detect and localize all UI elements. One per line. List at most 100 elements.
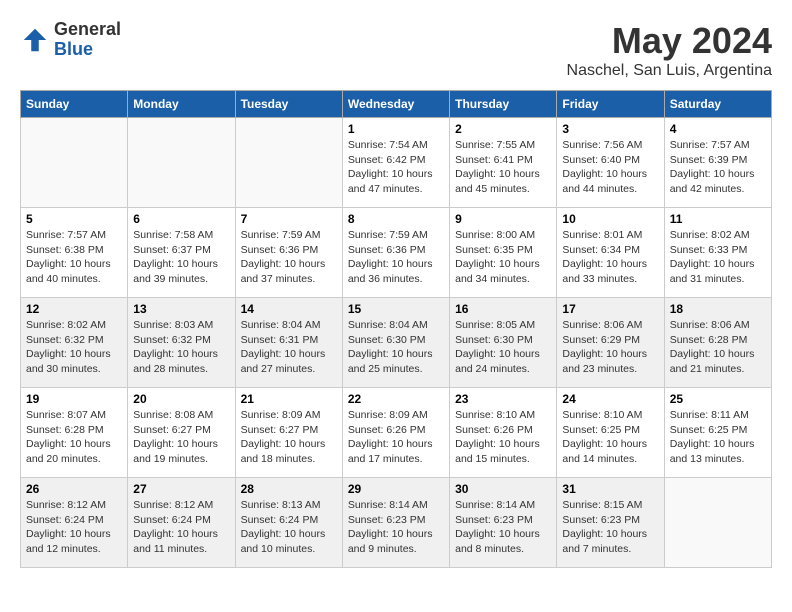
calendar-cell: 24Sunrise: 8:10 AM Sunset: 6:25 PM Dayli… [557, 388, 664, 478]
calendar-cell: 26 Sunrise: 8:12 AM Sunset: 6:24 PM Dayli… [21, 478, 128, 568]
day-number: 23 [455, 392, 551, 406]
calendar-cell: 4 Sunrise: 7:57 AM Sunset: 6:39 PM Daylig… [664, 118, 771, 208]
day-info: Sunrise: 8:02 AM Sunset: 6:32 PM Dayligh… [26, 318, 122, 377]
calendar-cell: 11 Sunrise: 8:02 AM Sunset: 6:33 PM Dayli… [664, 208, 771, 298]
day-number: 18 [670, 302, 766, 316]
calendar-cell: 31Sunrise: 8:15 AM Sunset: 6:23 PM Dayli… [557, 478, 664, 568]
calendar-cell: 8 Sunrise: 7:59 AM Sunset: 6:36 PM Daylig… [342, 208, 449, 298]
calendar-cell: 12 Sunrise: 8:02 AM Sunset: 6:32 PM Dayli… [21, 298, 128, 388]
calendar-week-1: 1 Sunrise: 7:54 AM Sunset: 6:42 PM Daylig… [21, 118, 772, 208]
day-number: 4 [670, 122, 766, 136]
day-info: Sunrise: 7:57 AM Sunset: 6:39 PM Dayligh… [670, 138, 766, 197]
day-number: 11 [670, 212, 766, 226]
logo-text: General Blue [54, 20, 121, 60]
calendar-cell: 13 Sunrise: 8:03 AM Sunset: 6:32 PM Dayli… [128, 298, 235, 388]
day-number: 28 [241, 482, 337, 496]
calendar-cell: 21 Sunrise: 8:09 AM Sunset: 6:27 PM Dayli… [235, 388, 342, 478]
day-number: 29 [348, 482, 444, 496]
day-info: Sunrise: 8:04 AM Sunset: 6:31 PM Dayligh… [241, 318, 337, 377]
calendar-cell: 10 Sunrise: 8:01 AM Sunset: 6:34 PM Dayli… [557, 208, 664, 298]
header-friday: Friday [557, 91, 664, 118]
calendar-cell: 9 Sunrise: 8:00 AM Sunset: 6:35 PM Daylig… [450, 208, 557, 298]
calendar-cell: 27 Sunrise: 8:12 AM Sunset: 6:24 PM Dayli… [128, 478, 235, 568]
header-thursday: Thursday [450, 91, 557, 118]
title-block: May 2024 Naschel, San Luis, Argentina [567, 20, 772, 80]
calendar-cell: 30Sunrise: 8:14 AM Sunset: 6:23 PM Dayli… [450, 478, 557, 568]
day-info: Sunrise: 8:10 AM Sunset: 6:25 PM Dayligh… [562, 408, 658, 467]
day-info: Sunrise: 7:59 AM Sunset: 6:36 PM Dayligh… [348, 228, 444, 287]
day-number: 16 [455, 302, 551, 316]
day-number: 20 [133, 392, 229, 406]
day-info: Sunrise: 8:09 AM Sunset: 6:26 PM Dayligh… [348, 408, 444, 467]
header-monday: Monday [128, 91, 235, 118]
day-info: Sunrise: 8:15 AM Sunset: 6:23 PM Dayligh… [562, 498, 658, 557]
day-info: Sunrise: 8:06 AM Sunset: 6:29 PM Dayligh… [562, 318, 658, 377]
header-tuesday: Tuesday [235, 91, 342, 118]
logo: General Blue [20, 20, 121, 60]
calendar-cell: 28 Sunrise: 8:13 AM Sunset: 6:24 PM Dayli… [235, 478, 342, 568]
calendar-week-3: 12 Sunrise: 8:02 AM Sunset: 6:32 PM Dayli… [21, 298, 772, 388]
day-info: Sunrise: 8:04 AM Sunset: 6:30 PM Dayligh… [348, 318, 444, 377]
calendar-cell: 29 Sunrise: 8:14 AM Sunset: 6:23 PM Dayli… [342, 478, 449, 568]
day-info: Sunrise: 8:12 AM Sunset: 6:24 PM Dayligh… [26, 498, 122, 557]
day-info: Sunrise: 8:00 AM Sunset: 6:35 PM Dayligh… [455, 228, 551, 287]
calendar-week-4: 19Sunrise: 8:07 AM Sunset: 6:28 PM Dayli… [21, 388, 772, 478]
day-info: Sunrise: 8:01 AM Sunset: 6:34 PM Dayligh… [562, 228, 658, 287]
calendar-cell: 5Sunrise: 7:57 AM Sunset: 6:38 PM Daylig… [21, 208, 128, 298]
calendar-cell: 25 Sunrise: 8:11 AM Sunset: 6:25 PM Dayli… [664, 388, 771, 478]
calendar-table: SundayMondayTuesdayWednesdayThursdayFrid… [20, 90, 772, 568]
day-number: 2 [455, 122, 551, 136]
calendar-cell: 19Sunrise: 8:07 AM Sunset: 6:28 PM Dayli… [21, 388, 128, 478]
day-number: 25 [670, 392, 766, 406]
day-number: 15 [348, 302, 444, 316]
calendar-cell: 14 Sunrise: 8:04 AM Sunset: 6:31 PM Dayli… [235, 298, 342, 388]
day-number: 1 [348, 122, 444, 136]
day-info: Sunrise: 8:06 AM Sunset: 6:28 PM Dayligh… [670, 318, 766, 377]
calendar-header-row: SundayMondayTuesdayWednesdayThursdayFrid… [21, 91, 772, 118]
location-subtitle: Naschel, San Luis, Argentina [567, 62, 772, 80]
day-number: 9 [455, 212, 551, 226]
calendar-cell [21, 118, 128, 208]
day-info: Sunrise: 8:02 AM Sunset: 6:33 PM Dayligh… [670, 228, 766, 287]
logo-general: General [54, 19, 121, 39]
calendar-cell: 1 Sunrise: 7:54 AM Sunset: 6:42 PM Daylig… [342, 118, 449, 208]
day-info: Sunrise: 8:13 AM Sunset: 6:24 PM Dayligh… [241, 498, 337, 557]
day-number: 13 [133, 302, 229, 316]
calendar-week-2: 5Sunrise: 7:57 AM Sunset: 6:38 PM Daylig… [21, 208, 772, 298]
logo-blue: Blue [54, 39, 93, 59]
day-number: 12 [26, 302, 122, 316]
day-number: 27 [133, 482, 229, 496]
day-info: Sunrise: 7:56 AM Sunset: 6:40 PM Dayligh… [562, 138, 658, 197]
header-sunday: Sunday [21, 91, 128, 118]
day-number: 6 [133, 212, 229, 226]
day-info: Sunrise: 8:11 AM Sunset: 6:25 PM Dayligh… [670, 408, 766, 467]
day-info: Sunrise: 7:58 AM Sunset: 6:37 PM Dayligh… [133, 228, 229, 287]
calendar-cell: 3 Sunrise: 7:56 AM Sunset: 6:40 PM Daylig… [557, 118, 664, 208]
day-info: Sunrise: 7:59 AM Sunset: 6:36 PM Dayligh… [241, 228, 337, 287]
day-info: Sunrise: 7:55 AM Sunset: 6:41 PM Dayligh… [455, 138, 551, 197]
header-saturday: Saturday [664, 91, 771, 118]
calendar-week-5: 26 Sunrise: 8:12 AM Sunset: 6:24 PM Dayli… [21, 478, 772, 568]
month-title: May 2024 [567, 20, 772, 62]
day-number: 10 [562, 212, 658, 226]
day-number: 14 [241, 302, 337, 316]
day-info: Sunrise: 8:05 AM Sunset: 6:30 PM Dayligh… [455, 318, 551, 377]
day-info: Sunrise: 8:09 AM Sunset: 6:27 PM Dayligh… [241, 408, 337, 467]
day-number: 5 [26, 212, 122, 226]
day-info: Sunrise: 8:03 AM Sunset: 6:32 PM Dayligh… [133, 318, 229, 377]
header-wednesday: Wednesday [342, 91, 449, 118]
day-number: 21 [241, 392, 337, 406]
day-number: 19 [26, 392, 122, 406]
calendar-cell: 22Sunrise: 8:09 AM Sunset: 6:26 PM Dayli… [342, 388, 449, 478]
calendar-cell [235, 118, 342, 208]
day-info: Sunrise: 8:12 AM Sunset: 6:24 PM Dayligh… [133, 498, 229, 557]
day-number: 3 [562, 122, 658, 136]
day-info: Sunrise: 8:08 AM Sunset: 6:27 PM Dayligh… [133, 408, 229, 467]
day-info: Sunrise: 7:54 AM Sunset: 6:42 PM Dayligh… [348, 138, 444, 197]
day-info: Sunrise: 8:14 AM Sunset: 6:23 PM Dayligh… [348, 498, 444, 557]
calendar-cell: 2 Sunrise: 7:55 AM Sunset: 6:41 PM Daylig… [450, 118, 557, 208]
day-number: 8 [348, 212, 444, 226]
day-number: 26 [26, 482, 122, 496]
logo-icon [20, 25, 50, 55]
calendar-cell: 23Sunrise: 8:10 AM Sunset: 6:26 PM Dayli… [450, 388, 557, 478]
